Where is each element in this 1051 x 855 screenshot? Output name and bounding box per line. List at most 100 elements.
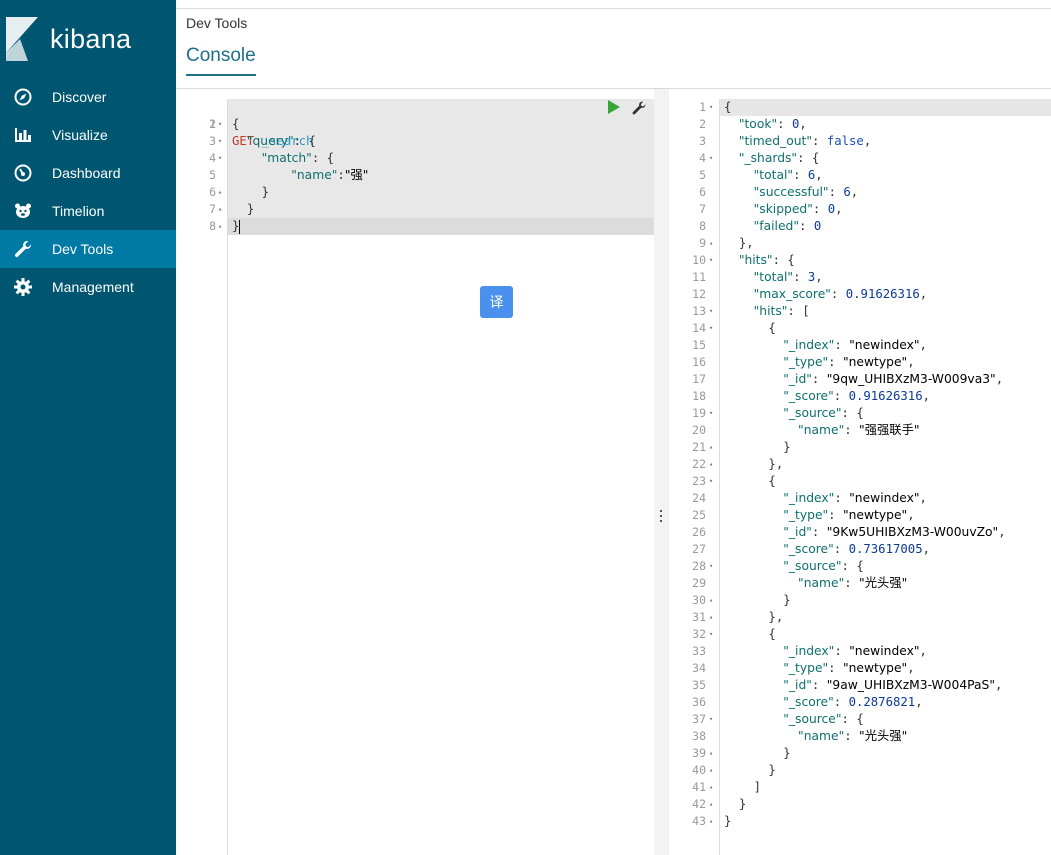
line-number: 6 <box>699 185 706 199</box>
fold-toggle-icon[interactable]: ▴ <box>709 813 717 830</box>
response-code: "total": 3, <box>753 270 823 284</box>
sidebar-item-dashboard[interactable]: Dashboard <box>0 154 176 192</box>
fold-toggle-icon[interactable]: ▾ <box>218 133 226 150</box>
response-line: 24 "_index": "newindex", <box>669 490 1051 507</box>
line-number: 36 <box>692 695 706 709</box>
line-number: 14 <box>692 321 706 335</box>
fold-toggle-icon[interactable]: ▾ <box>709 252 717 269</box>
response-line: 38 "name": "光头强" <box>669 728 1051 745</box>
fold-toggle-icon[interactable]: ▴ <box>709 235 717 252</box>
sidebar-item-management[interactable]: Management <box>0 268 176 306</box>
fold-toggle-icon[interactable]: ▴ <box>709 796 717 813</box>
fold-toggle-icon[interactable]: ▾ <box>218 116 226 133</box>
fold-toggle-icon[interactable]: ▴ <box>218 218 226 235</box>
line-number: 4 <box>209 151 216 165</box>
line-number: 32 <box>692 627 706 641</box>
request-code: "match": { <box>261 151 335 165</box>
response-line: 9 ▴ }, <box>669 235 1051 252</box>
response-code: } <box>783 593 791 607</box>
response-line: 26 "_id": "9Kw5UHIBXzM3-W00uvZo", <box>669 524 1051 541</box>
response-lines: 1 ▾{2 "took": 0, 3 "timed_out": false, 4 ▾ "… <box>669 99 1051 830</box>
response-code: "_score": 0.91626316, <box>783 389 931 403</box>
drag-handle-icon <box>660 510 663 522</box>
response-code: "_source": { <box>783 559 864 573</box>
response-viewer[interactable]: 1 ▾{2 "took": 0, 3 "timed_out": false, 4 ▾ "… <box>669 99 1051 855</box>
line-number: 38 <box>692 729 706 743</box>
response-line: 21 ▴ } <box>669 439 1051 456</box>
fold-toggle-icon[interactable]: ▾ <box>709 626 717 643</box>
line-number: 43 <box>692 814 706 828</box>
response-line: 32 ▾ { <box>669 626 1051 643</box>
fold-toggle-icon[interactable]: ▴ <box>709 592 717 609</box>
gear-icon <box>13 277 33 297</box>
fold-toggle-icon[interactable]: ▴ <box>709 745 717 762</box>
line-number: 7 <box>699 202 706 216</box>
fold-toggle-icon[interactable]: ▾ <box>709 320 717 337</box>
fold-toggle-icon[interactable]: ▾ <box>709 150 717 167</box>
fold-toggle-icon[interactable]: ▾ <box>709 303 717 320</box>
line-number: 12 <box>692 287 706 301</box>
response-line: 8 "failed": 0 <box>669 218 1051 235</box>
fold-toggle-icon[interactable]: ▴ <box>709 762 717 779</box>
line-number: 3 <box>209 134 216 148</box>
response-line: 35 "_id": "9aw_UHIBXzM3-W004PaS", <box>669 677 1051 694</box>
fold-toggle-icon[interactable]: ▴ <box>218 184 226 201</box>
response-code: "name": "强强联手" <box>798 423 920 437</box>
fold-toggle-icon[interactable]: ▾ <box>709 473 717 490</box>
request-editor[interactable]: 1 GET _search 2 ▾{3 ▾ "query": {4 ▾ "match"… <box>186 99 654 855</box>
response-code: { <box>724 100 732 114</box>
fold-toggle-icon[interactable]: ▾ <box>709 558 717 575</box>
sidebar-item-label: Dev Tools <box>52 241 114 257</box>
request-options-button[interactable] <box>631 100 647 116</box>
response-code: } <box>738 797 747 811</box>
sidebar-item-timelion[interactable]: Timelion <box>0 192 176 230</box>
fold-toggle-icon[interactable]: ▾ <box>709 711 717 728</box>
response-code: "_type": "newtype", <box>783 508 915 522</box>
response-line: 3 "timed_out": false, <box>669 133 1051 150</box>
request-line: 2 ▾ { <box>186 116 654 133</box>
fold-toggle-icon[interactable]: ▴ <box>709 439 717 456</box>
fold-toggle-icon[interactable]: ▾ <box>218 150 226 167</box>
response-code: "name": "光头强" <box>798 729 908 743</box>
tab-console[interactable]: Console <box>186 45 256 76</box>
response-code: "_score": 0.2876821, <box>783 695 923 709</box>
response-line: 5 "total": 6, <box>669 167 1051 184</box>
response-code: } <box>783 746 791 760</box>
response-code: "_score": 0.73617005, <box>783 542 931 556</box>
line-number: 1 <box>699 100 706 114</box>
response-code: }, <box>768 610 784 624</box>
line-number: 41 <box>692 780 706 794</box>
response-line: 31 ▴ }, <box>669 609 1051 626</box>
translate-button[interactable]: 译 <box>480 286 513 318</box>
fold-toggle-icon[interactable]: ▾ <box>709 99 717 116</box>
fold-toggle-icon[interactable]: ▾ <box>709 405 717 422</box>
response-code: "max_score": 0.91626316, <box>753 287 928 301</box>
request-line: 5 "name":"强" <box>186 167 654 184</box>
response-code: "_source": { <box>783 406 864 420</box>
run-request-button[interactable] <box>607 100 621 114</box>
sidebar-item-dev-tools[interactable]: Dev Tools <box>0 230 176 268</box>
response-line: 4 ▾ "_shards": { <box>669 150 1051 167</box>
sidebar-nav: Discover Visualize Dashboard Timelion De… <box>0 78 176 306</box>
response-line: 43 ▴} <box>669 813 1051 830</box>
request-line: 3 ▾ "query": { <box>186 133 654 150</box>
breadcrumb[interactable]: Dev Tools <box>186 15 247 31</box>
request-code: } <box>261 185 270 199</box>
pane-resizer[interactable] <box>654 89 669 855</box>
fold-toggle-icon[interactable]: ▴ <box>709 609 717 626</box>
fold-toggle-icon[interactable]: ▴ <box>218 201 226 218</box>
line-number: 9 <box>699 236 706 250</box>
response-line: 27 "_score": 0.73617005, <box>669 541 1051 558</box>
line-number: 7 <box>209 202 216 216</box>
kibana-logo[interactable]: kibana <box>0 0 176 78</box>
request-line: 1 GET _search <box>186 99 654 148</box>
line-number: 40 <box>692 763 706 777</box>
header-divider <box>176 88 1051 89</box>
response-code: }, <box>738 236 754 250</box>
fold-toggle-icon[interactable]: ▴ <box>709 456 717 473</box>
fold-toggle-icon[interactable]: ▴ <box>709 779 717 796</box>
line-number: 29 <box>692 576 706 590</box>
line-number: 15 <box>692 338 706 352</box>
sidebar-item-visualize[interactable]: Visualize <box>0 116 176 154</box>
sidebar-item-discover[interactable]: Discover <box>0 78 176 116</box>
